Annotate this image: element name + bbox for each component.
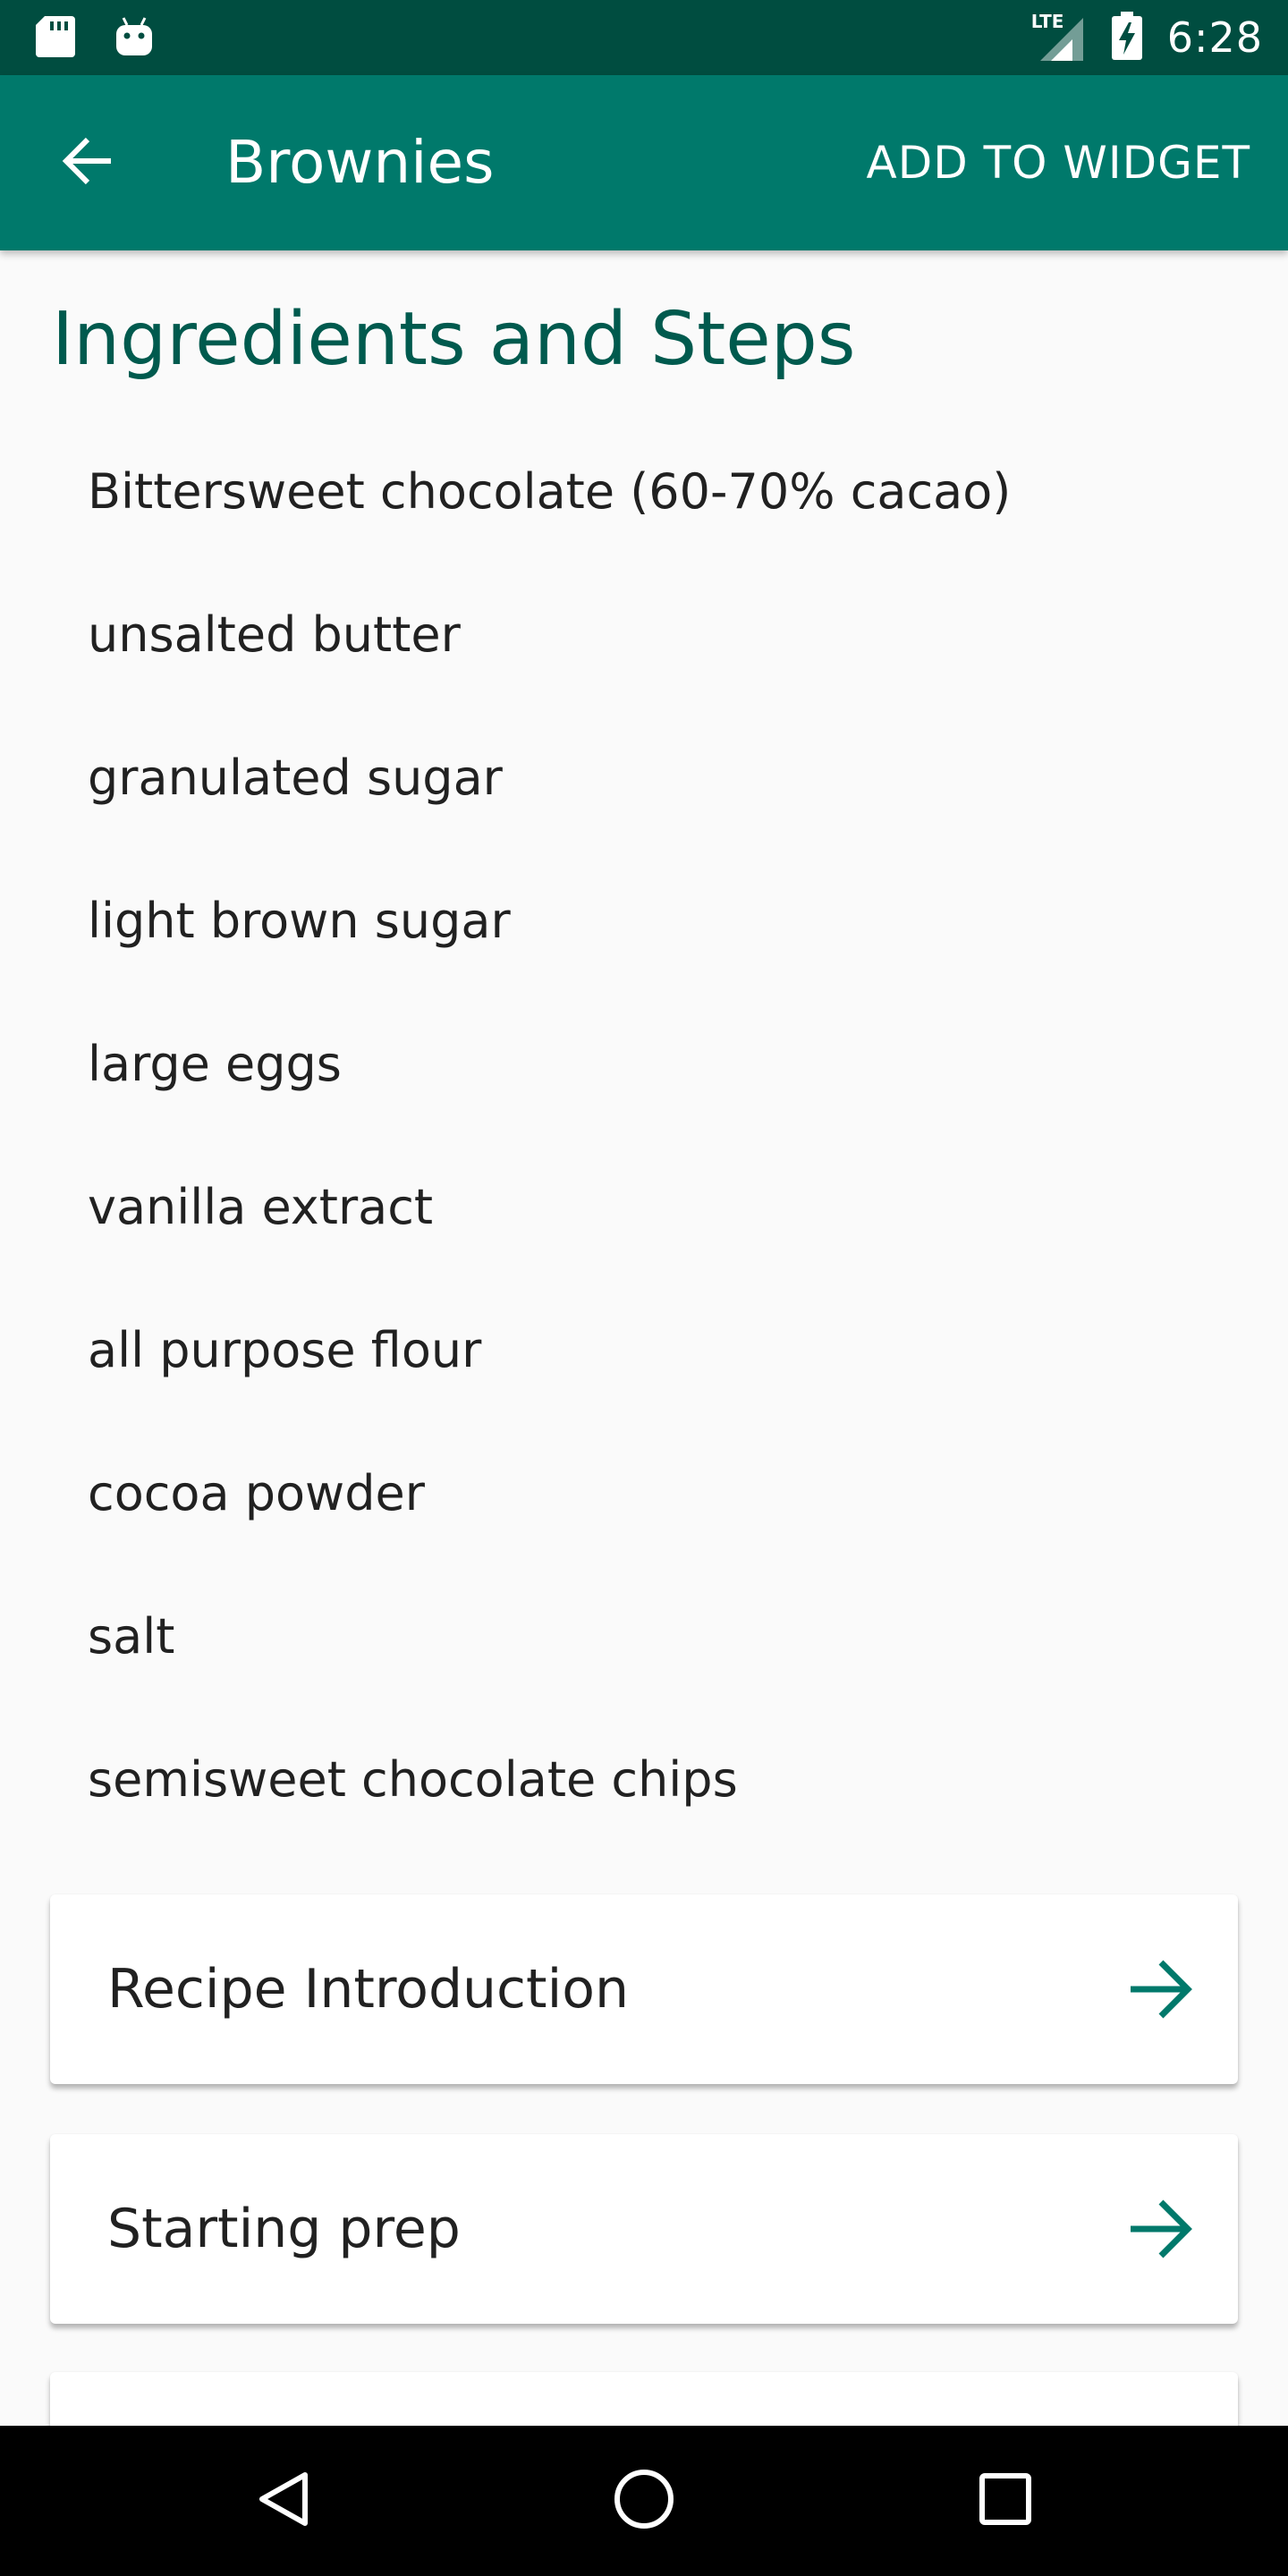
ingredient-item: Bittersweet chocolate (60-70% cacao) xyxy=(88,463,1012,520)
ingredient-item: cocoa powder xyxy=(88,1465,425,1521)
sd-card-icon xyxy=(36,14,75,64)
recipe-detail-screen: LTE 6:28 Brownies ADD TO WIDGET Ingredie… xyxy=(0,0,1288,2576)
ingredient-item: unsalted butter xyxy=(88,606,461,663)
ingredient-item: granulated sugar xyxy=(88,750,503,806)
back-triangle-icon xyxy=(253,2468,316,2535)
page-title: Brownies xyxy=(225,128,495,197)
add-to-widget-button[interactable]: ADD TO WIDGET xyxy=(867,75,1250,250)
home-circle-icon xyxy=(612,2467,676,2536)
android-icon xyxy=(114,14,154,64)
step-label: Starting prep xyxy=(107,2198,461,2260)
step-label: Recipe Introduction xyxy=(107,1958,629,2021)
lte-signal-icon: LTE xyxy=(1030,11,1087,64)
ingredient-item: all purpose flour xyxy=(88,1322,482,1378)
ingredient-item: salt xyxy=(88,1608,175,1665)
status-bar: LTE 6:28 xyxy=(0,0,1288,75)
arrow-back-icon xyxy=(61,134,114,192)
system-navigation-bar xyxy=(0,2426,1288,2576)
arrow-forward-icon xyxy=(1125,2193,1197,2265)
app-bar: Brownies ADD TO WIDGET xyxy=(0,75,1288,250)
battery-charging-icon xyxy=(1111,11,1142,64)
ingredient-item: semisweet chocolate chips xyxy=(88,1751,738,1808)
nav-back-button[interactable] xyxy=(247,2463,322,2538)
ingredient-list: Bittersweet chocolate (60-70% cacao) uns… xyxy=(88,456,1011,1887)
back-button[interactable] xyxy=(54,129,122,197)
step-card-recipe-introduction[interactable]: Recipe Introduction xyxy=(50,1894,1238,2084)
recents-square-icon xyxy=(977,2470,1034,2532)
ingredient-item: large eggs xyxy=(88,1036,342,1092)
section-title: Ingredients and Steps xyxy=(52,297,856,382)
nav-recents-button[interactable] xyxy=(968,2463,1043,2538)
clock: 6:28 xyxy=(1166,13,1263,62)
step-card-starting-prep[interactable]: Starting prep xyxy=(50,2134,1238,2324)
ingredient-item: vanilla extract xyxy=(88,1179,434,1235)
network-type-label: LTE xyxy=(1030,11,1064,32)
arrow-forward-icon xyxy=(1125,1953,1197,2025)
ingredient-item: light brown sugar xyxy=(88,893,511,949)
nav-home-button[interactable] xyxy=(606,2463,682,2538)
